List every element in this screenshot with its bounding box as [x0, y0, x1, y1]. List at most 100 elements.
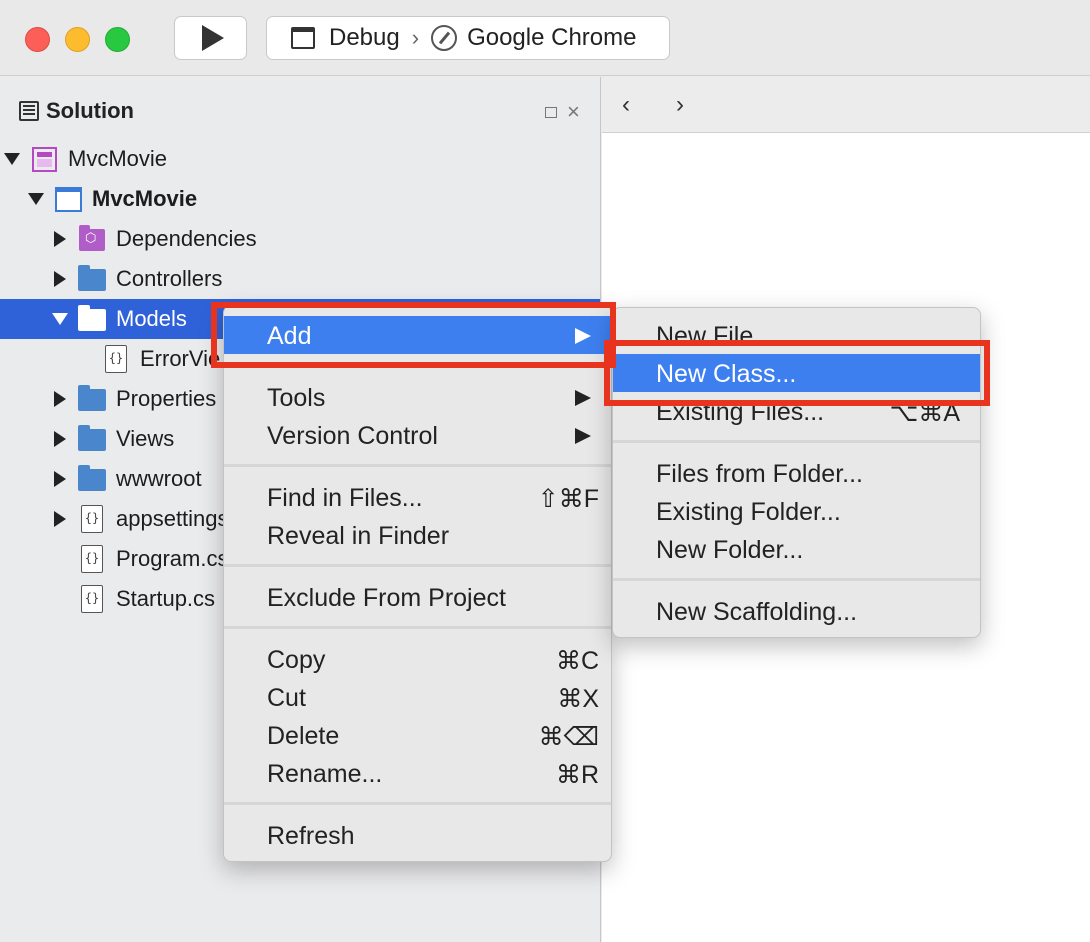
- menu-item-new-scaffolding[interactable]: New Scaffolding...: [613, 592, 980, 630]
- tree-item-label: Controllers: [116, 266, 223, 291]
- menu-item-refresh[interactable]: Refresh: [224, 816, 611, 854]
- collapse-arrow-icon[interactable]: [54, 471, 66, 487]
- collapse-arrow-icon[interactable]: [54, 231, 66, 247]
- forward-arrow-icon[interactable]: ›: [676, 91, 684, 119]
- highlight-box-add: [211, 302, 616, 368]
- tree-item-solution[interactable]: MvcMovie: [0, 139, 600, 179]
- menu-item-label: Version Control: [267, 422, 438, 450]
- expand-arrow-icon[interactable]: [52, 313, 68, 325]
- run-configuration-selector[interactable]: Debug › Google Chrome: [266, 16, 670, 60]
- back-arrow-icon[interactable]: ‹: [622, 91, 630, 119]
- menu-item-label: Exclude From Project: [267, 584, 506, 612]
- menu-separator: [224, 564, 611, 567]
- restore-pad-icon[interactable]: [545, 107, 557, 118]
- menu-item-label: Tools: [267, 384, 326, 412]
- submenu-arrow-icon: [575, 428, 591, 444]
- main-toolbar: Debug › Google Chrome: [0, 0, 1090, 76]
- menu-item-exclude-from-project[interactable]: Exclude From Project: [224, 578, 611, 616]
- menu-item-cut[interactable]: Cut ⌘X: [224, 678, 611, 716]
- tree-item-controllers[interactable]: Controllers: [0, 259, 600, 299]
- tree-item-label: Models: [116, 306, 187, 331]
- menu-item-shortcut: ⇧⌘F: [537, 485, 599, 513]
- folder-icon: [78, 465, 106, 491]
- highlight-box-new-class: [604, 340, 990, 406]
- chevron-right-icon: ›: [411, 25, 420, 50]
- menu-item-label: Rename...: [267, 760, 383, 788]
- folder-icon: [78, 425, 106, 451]
- menu-item-shortcut: ⌘⌫: [538, 723, 599, 751]
- tree-item-dependencies[interactable]: Dependencies: [0, 219, 600, 259]
- solution-pad-title: Solution: [46, 98, 134, 123]
- menu-item-label: Delete: [267, 722, 340, 750]
- cs-file-icon: {}: [81, 545, 103, 573]
- menu-item-label: New Scaffolding...: [656, 598, 858, 626]
- cs-file-icon: {}: [81, 585, 103, 613]
- menu-item-copy[interactable]: Copy ⌘C: [224, 640, 611, 678]
- menu-item-existing-folder[interactable]: Existing Folder...: [613, 492, 980, 530]
- collapse-arrow-icon[interactable]: [54, 391, 66, 407]
- menu-item-shortcut: ⌘C: [555, 647, 599, 675]
- collapse-arrow-icon[interactable]: [54, 271, 66, 287]
- tree-item-label: Program.cs: [116, 546, 229, 571]
- zoom-window-button[interactable]: [105, 27, 130, 52]
- folder-icon: [78, 385, 106, 411]
- menu-item-label: Copy: [267, 646, 326, 674]
- menu-item-shortcut: ⌘X: [557, 685, 599, 713]
- expand-arrow-icon[interactable]: [28, 193, 44, 205]
- tree-item-label: Properties: [116, 386, 217, 411]
- menu-item-shortcut: ⌘R: [555, 761, 599, 789]
- tree-item-label: MvcMovie: [68, 146, 168, 171]
- menu-item-label: Cut: [267, 684, 306, 712]
- close-window-button[interactable]: [25, 27, 50, 52]
- collapse-arrow-icon[interactable]: [54, 431, 66, 447]
- tree-item-project[interactable]: MvcMovie: [0, 179, 600, 219]
- solution-icon: [32, 147, 57, 172]
- window-icon: [291, 27, 315, 49]
- context-menu: Add Tools Version Control Find in Files.…: [223, 305, 612, 862]
- submenu-arrow-icon: [575, 390, 591, 406]
- menu-item-delete[interactable]: Delete ⌘⌫: [224, 716, 611, 754]
- menu-item-version-control[interactable]: Version Control: [224, 416, 611, 454]
- menu-separator: [613, 440, 980, 443]
- menu-item-label: Reveal in Finder: [267, 522, 450, 550]
- target-label: Google Chrome: [467, 24, 637, 51]
- menu-item-label: New Folder...: [656, 536, 804, 564]
- close-pad-icon[interactable]: ×: [567, 99, 580, 125]
- solution-pad-header: Solution ×: [0, 77, 600, 139]
- run-button[interactable]: [174, 16, 247, 60]
- tree-item-label: wwwroot: [116, 466, 202, 491]
- navigation-bar: ‹ ›: [602, 77, 1090, 133]
- dependencies-folder-icon: [79, 225, 105, 251]
- tree-item-label: MvcMovie: [92, 186, 198, 211]
- menu-item-label: Existing Folder...: [656, 498, 841, 526]
- tree-item-label: ErrorVie: [140, 346, 221, 371]
- menu-item-new-folder[interactable]: New Folder...: [613, 530, 980, 568]
- cs-file-icon: {}: [105, 345, 127, 373]
- tree-item-label: Views: [116, 426, 175, 451]
- folder-icon: [78, 265, 106, 291]
- compass-icon: [431, 25, 458, 51]
- menu-item-rename[interactable]: Rename... ⌘R: [224, 754, 611, 792]
- menu-separator: [613, 578, 980, 581]
- play-icon: [201, 25, 224, 51]
- menu-item-label: Find in Files...: [267, 484, 423, 512]
- menu-item-tools[interactable]: Tools: [224, 378, 611, 416]
- configuration-label: Debug: [329, 24, 400, 51]
- json-file-icon: {}: [81, 505, 103, 533]
- menu-item-files-from-folder[interactable]: Files from Folder...: [613, 454, 980, 492]
- solution-pad-icon: [19, 101, 39, 121]
- tree-item-label: Dependencies: [116, 226, 257, 251]
- menu-separator: [224, 626, 611, 629]
- project-icon: [55, 187, 82, 212]
- menu-item-label: Refresh: [267, 822, 355, 850]
- minimize-window-button[interactable]: [65, 27, 90, 52]
- menu-item-find-in-files[interactable]: Find in Files... ⇧⌘F: [224, 478, 611, 516]
- menu-separator: [224, 464, 611, 467]
- tree-item-label: Startup.cs: [116, 586, 216, 611]
- expand-arrow-icon[interactable]: [4, 153, 20, 165]
- menu-item-reveal-in-finder[interactable]: Reveal in Finder: [224, 516, 611, 554]
- collapse-arrow-icon[interactable]: [54, 511, 66, 527]
- tree-item-label: appsettings: [116, 506, 229, 531]
- folder-icon: [78, 305, 106, 331]
- menu-item-label: Files from Folder...: [656, 460, 863, 488]
